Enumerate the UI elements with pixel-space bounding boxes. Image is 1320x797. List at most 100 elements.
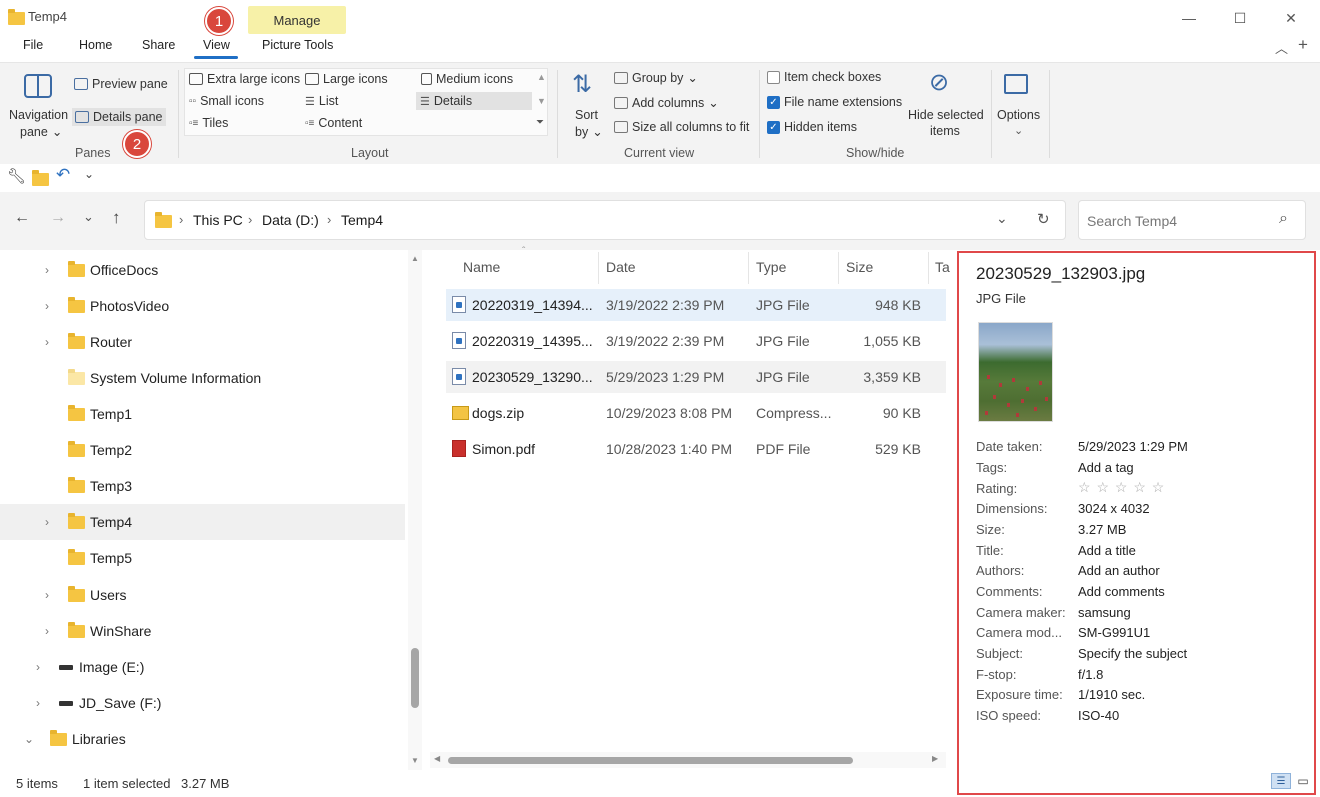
scroll-up-icon[interactable]: ▲ (411, 254, 419, 263)
add-columns-button[interactable]: Add columns ⌄ (614, 95, 719, 110)
prop-value[interactable]: 1/1910 sec. (1078, 687, 1145, 702)
item-check-boxes-checkbox[interactable]: Item check boxes (767, 70, 881, 84)
details-pane-button[interactable]: Details pane (72, 108, 166, 126)
recent-locations-chevron-icon[interactable]: ⌄ (83, 209, 94, 225)
file-row-selected[interactable]: 20230529_13290... 5/29/2023 1:29 PM JPG … (446, 361, 946, 393)
prop-value[interactable]: Add a tag (1078, 460, 1134, 475)
details-view-option[interactable]: ☰ Details (416, 92, 533, 110)
customize-toolbar-chevron-icon[interactable]: ⌄ (84, 167, 94, 181)
navigation-pane-button-line2[interactable]: pane ⌄ (20, 124, 62, 140)
breadcrumb-this-pc[interactable]: This PC (193, 212, 243, 228)
tab-manage[interactable]: Manage (248, 6, 346, 34)
hide-selected-items-button-line2[interactable]: items (930, 124, 960, 138)
file-list-scrollbar[interactable]: ◀ ▶ (430, 752, 946, 768)
list-option[interactable]: ☰ List (305, 94, 338, 108)
prop-value[interactable]: 5/29/2023 1:29 PM (1078, 439, 1188, 454)
file-list-scrollbar-thumb[interactable] (448, 757, 853, 764)
sort-by-button[interactable]: Sort (575, 108, 598, 122)
hidden-items-checkbox[interactable]: ✓ Hidden items (767, 120, 857, 134)
file-row[interactable]: Simon.pdf 10/28/2023 1:40 PM PDF File 52… (446, 433, 946, 465)
up-arrow-icon[interactable]: ↑ (112, 208, 121, 228)
column-divider[interactable] (598, 252, 599, 284)
nav-item-router[interactable]: › Router (40, 324, 445, 360)
nav-item-photosvideo[interactable]: › PhotosVideo (40, 288, 445, 324)
medium-icons-option[interactable]: Medium icons (421, 72, 513, 86)
file-row[interactable]: 20220319_14394... 3/19/2022 2:39 PM JPG … (446, 289, 946, 321)
breadcrumb-data-d[interactable]: Data (D:) (262, 212, 319, 228)
prop-value[interactable]: ISO-40 (1078, 708, 1119, 723)
nav-item-winshare[interactable]: › WinShare (40, 613, 445, 649)
new-folder-icon[interactable] (32, 170, 49, 186)
hide-selected-items-button[interactable]: Hide selected (908, 108, 984, 122)
address-dropdown-chevron-icon[interactable]: ⌄ (996, 210, 1008, 227)
collapse-ribbon-icon[interactable]: ︿ (1275, 38, 1288, 57)
prop-value[interactable]: Add comments (1078, 584, 1165, 599)
column-header-name[interactable]: Name (463, 259, 500, 275)
minimize-button[interactable]: — (1166, 4, 1212, 32)
file-name-extensions-checkbox[interactable]: ✓ File name extensions (767, 95, 902, 109)
search-input[interactable]: Search Temp4 (1087, 213, 1177, 229)
file-row[interactable]: dogs.zip 10/29/2023 8:08 PM Compress... … (446, 397, 946, 429)
expand-chevron-icon[interactable]: › (40, 588, 54, 602)
expand-chevron-icon[interactable]: › (40, 335, 54, 349)
image-thumbnail[interactable] (978, 322, 1053, 422)
back-arrow-icon[interactable]: ← (14, 209, 30, 227)
sort-by-button-line2[interactable]: by ⌄ (575, 124, 603, 140)
column-divider[interactable] (748, 252, 749, 284)
expand-chevron-icon[interactable]: › (40, 263, 54, 277)
prop-value[interactable]: Specify the subject (1078, 646, 1187, 661)
tiles-option[interactable]: ▫≡ Tiles (189, 116, 228, 130)
prop-value[interactable]: Add an author (1078, 563, 1160, 578)
expand-chevron-icon[interactable]: › (40, 624, 54, 638)
nav-item-users[interactable]: › Users (40, 577, 445, 613)
nav-item-temp4[interactable]: › Temp4 (0, 504, 405, 540)
expand-chevron-icon[interactable]: › (31, 660, 45, 674)
tab-view[interactable]: View (203, 38, 230, 52)
breadcrumb-temp4[interactable]: Temp4 (341, 212, 383, 228)
preview-pane-button[interactable]: Preview pane (74, 77, 168, 91)
small-icons-option[interactable]: ▫▫ Small icons (189, 94, 264, 108)
column-header-size[interactable]: Size (846, 259, 873, 275)
size-all-columns-button[interactable]: Size all columns to fit (614, 120, 749, 134)
close-button[interactable]: ✕ (1268, 4, 1314, 32)
column-divider[interactable] (838, 252, 839, 284)
tab-picture-tools[interactable]: Picture Tools (262, 38, 333, 52)
tab-home[interactable]: Home (79, 38, 112, 52)
nav-scrollbar[interactable]: ▲ ▼ (408, 250, 422, 770)
column-header-type[interactable]: Type (756, 259, 786, 275)
content-option[interactable]: ▫≡ Content (305, 116, 362, 130)
address-bar[interactable]: › This PC › Data (D:) › Temp4 ⌄ ↻ (144, 200, 1066, 240)
navigation-pane-button[interactable]: Navigation (9, 108, 68, 122)
scroll-right-icon[interactable]: ▶ (932, 754, 938, 763)
extra-large-icons-option[interactable]: Extra large icons (189, 72, 300, 86)
prop-value[interactable]: samsung (1078, 605, 1131, 620)
undo-icon[interactable]: ↶ (56, 165, 70, 185)
search-icon[interactable]: ⌕ (1279, 210, 1288, 228)
navigation-pane[interactable]: › OfficeDocs › PhotosVideo › Router System … (0, 250, 428, 770)
gallery-down-icon[interactable]: ▼ (537, 96, 546, 106)
rating-stars-icon[interactable]: ☆ ☆ ☆ ☆ ☆ (1078, 479, 1165, 496)
column-divider[interactable] (928, 252, 929, 284)
options-chevron-icon[interactable]: ⌄ (1014, 124, 1023, 137)
column-header-tags[interactable]: Ta (935, 259, 950, 275)
details-view-toggle-icon[interactable]: ☰ (1271, 773, 1291, 789)
column-header-date[interactable]: Date (606, 259, 636, 275)
gallery-up-icon[interactable]: ▲ (537, 72, 546, 82)
refresh-icon[interactable]: ↻ (1037, 210, 1050, 228)
large-icons-option[interactable]: Large icons (305, 72, 388, 86)
tab-file[interactable]: File (23, 38, 43, 52)
nav-item-image-e[interactable]: › Image (E:) (31, 649, 436, 685)
nav-item-libraries[interactable]: ⌄ Libraries (22, 721, 427, 757)
nav-scrollbar-thumb[interactable] (411, 648, 419, 708)
large-icons-view-toggle-icon[interactable]: ▭ (1295, 773, 1311, 789)
help-icon[interactable]: + (1298, 35, 1308, 55)
group-by-button[interactable]: Group by ⌄ (614, 70, 698, 85)
file-row[interactable]: 20220319_14395... 3/19/2022 2:39 PM JPG … (446, 325, 946, 357)
properties-wrench-icon[interactable]: 🔧︎ (7, 167, 26, 185)
prop-value[interactable]: Add a title (1078, 543, 1136, 558)
maximize-button[interactable]: ☐ (1217, 4, 1263, 32)
nav-item-jd-save-f[interactable]: › JD_Save (F:) (31, 685, 436, 721)
options-button[interactable]: Options (997, 108, 1040, 122)
search-box[interactable]: Search Temp4 ⌕ (1078, 200, 1306, 240)
expand-chevron-icon[interactable]: › (40, 299, 54, 313)
